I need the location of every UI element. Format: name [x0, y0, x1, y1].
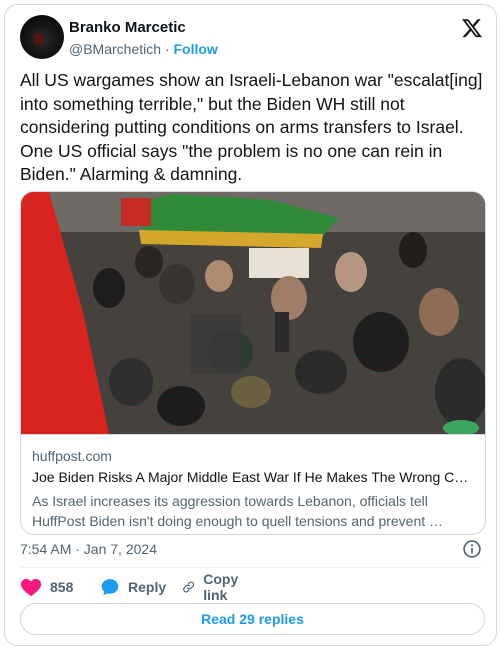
heart-icon — [20, 578, 42, 597]
reply-button[interactable]: Reply — [100, 575, 166, 599]
author-handle-row: @BMarchetich · Follow — [69, 41, 218, 57]
link-icon — [183, 581, 195, 593]
tweet-card: Branko Marcetic @BMarchetich · Follow Al… — [4, 4, 497, 646]
tweet-text: All US wargames show an Israeli-Lebanon … — [20, 70, 483, 184]
author-display-name[interactable]: Branko Marcetic — [69, 19, 186, 36]
author-handle[interactable]: @BMarchetich — [69, 41, 161, 57]
reply-bubble-icon — [101, 579, 119, 596]
link-preview-image — [21, 192, 485, 434]
copy-link-label: Copy link — [203, 571, 239, 603]
copy-link-button[interactable]: Copy link — [182, 571, 245, 603]
divider — [20, 567, 482, 568]
x-logo-icon[interactable] — [461, 17, 483, 39]
like-button[interactable]: 858 — [20, 575, 73, 599]
link-preview-meta: huffpost.com Joe Biden Risks A Major Mid… — [21, 434, 485, 534]
reply-label: Reply — [128, 579, 167, 595]
avatar[interactable] — [20, 15, 64, 59]
handle-separator: · — [164, 41, 170, 57]
read-replies-button[interactable]: Read 29 replies — [20, 603, 485, 635]
tweet-timestamp[interactable]: 7:54 AM · Jan 7, 2024 — [20, 541, 157, 557]
link-preview-card[interactable]: huffpost.com Joe Biden Risks A Major Mid… — [20, 191, 486, 535]
link-preview-description: As Israel increases its aggression towar… — [32, 493, 444, 529]
link-preview-domain: huffpost.com — [32, 448, 112, 464]
link-preview-title: Joe Biden Risks A Major Middle East War … — [32, 469, 472, 485]
like-count: 858 — [50, 579, 74, 595]
follow-button[interactable]: Follow — [173, 41, 217, 57]
info-icon[interactable] — [462, 539, 482, 559]
